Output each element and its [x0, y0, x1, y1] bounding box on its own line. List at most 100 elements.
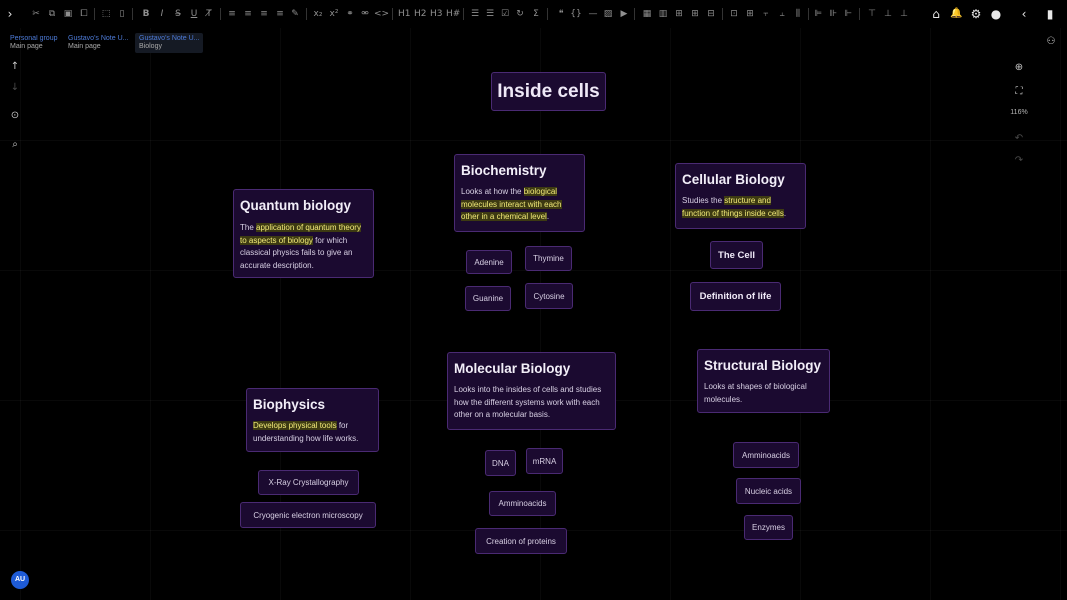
molecular-biology-node[interactable]: Molecular Biology Looks into the insides…	[447, 352, 616, 430]
clear-format-icon[interactable]: T̸	[203, 5, 215, 23]
chevron-left-icon[interactable]: ‹	[1018, 5, 1030, 23]
node-title: Structural Biology	[704, 358, 822, 373]
panel-icon[interactable]: ▮	[1044, 5, 1056, 23]
table-icon[interactable]: ▦	[641, 5, 653, 23]
biochemistry-node[interactable]: Biochemistry Looks at how the biological…	[454, 154, 585, 232]
node-guanine[interactable]: Guanine	[465, 286, 511, 311]
breadcrumb-note-biology[interactable]: Gustavo's Note U... Biology	[135, 33, 203, 53]
node-thymine[interactable]: Thymine	[525, 246, 572, 271]
search-zoom-icon[interactable]: ⌕	[7, 137, 23, 153]
italic-icon[interactable]: I	[156, 5, 168, 23]
camera-icon[interactable]: ⊙	[7, 108, 23, 124]
cellular-biology-node[interactable]: Cellular Biology Studies the structure a…	[675, 163, 806, 229]
add-row-icon[interactable]: ⊞	[689, 5, 701, 23]
code-icon[interactable]: <>	[374, 5, 389, 23]
node-cytosine[interactable]: Cytosine	[525, 283, 573, 309]
arrow-down-icon[interactable]: ↓	[7, 80, 23, 96]
horizontal-rule-icon[interactable]: —	[587, 5, 599, 23]
image-icon[interactable]: ▨	[602, 5, 614, 23]
align-objects-middle-icon[interactable]: ⊥	[882, 5, 894, 23]
sigma-icon[interactable]: Σ	[530, 5, 542, 23]
user-icon[interactable]: ●	[990, 5, 1002, 23]
zoom-in-icon[interactable]: ⊕	[1011, 60, 1027, 76]
structural-biology-node[interactable]: Structural Biology Looks at shapes of bi…	[697, 349, 830, 413]
numbered-list-icon[interactable]: ☰	[484, 5, 496, 23]
heading-1-icon[interactable]: H1	[398, 5, 411, 23]
align-left-icon[interactable]: ≡	[226, 5, 238, 23]
superscript-icon[interactable]: x²	[328, 5, 340, 23]
add-column-icon[interactable]: ⊞	[673, 5, 685, 23]
node-nucleic-acids[interactable]: Nucleic acids	[736, 478, 801, 504]
subscript-icon[interactable]: x₂	[312, 5, 324, 23]
align-objects-bottom-icon[interactable]: ⊥	[898, 5, 910, 23]
node-x-ray-crystallography[interactable]: X-Ray Crystallography	[258, 470, 359, 495]
node-definition-of-life[interactable]: Definition of life	[690, 282, 781, 311]
checklist-icon[interactable]: ☑	[499, 5, 511, 23]
fit-screen-icon[interactable]: ⛶	[1011, 84, 1027, 100]
underline-icon[interactable]: U	[188, 5, 200, 23]
link-icon[interactable]: ⚭	[344, 5, 356, 23]
biophysics-node[interactable]: Biophysics Develops physical tools for u…	[246, 388, 379, 452]
select-all-icon[interactable]: ⬚	[100, 5, 112, 23]
align-objects-left-icon[interactable]: ⊫	[812, 5, 824, 23]
chevron-right-icon[interactable]: ›	[4, 5, 16, 23]
duplicate-icon[interactable]: ⧠	[78, 5, 90, 23]
quote-icon[interactable]: ❝	[555, 5, 567, 23]
node-dna[interactable]: DNA	[485, 450, 516, 476]
align-bottom-icon[interactable]: ⫠	[776, 5, 788, 23]
breadcrumb-page-label: Biology	[139, 43, 162, 50]
video-icon[interactable]: ▶	[618, 5, 630, 23]
delete-column-icon[interactable]: ⊟	[705, 5, 717, 23]
heading-2-icon[interactable]: H2	[414, 5, 427, 23]
align-objects-center-icon[interactable]: ⊪	[827, 5, 839, 23]
toolbar-divider	[132, 8, 133, 20]
align-vertical-center-icon[interactable]: ⫟	[760, 5, 772, 23]
avatar[interactable]: AU	[11, 571, 29, 589]
breadcrumb-personal-group[interactable]: Personal group Main page	[6, 33, 64, 53]
node-amminoacids[interactable]: Amminoacids	[733, 442, 799, 468]
node-enzymes[interactable]: Enzymes	[744, 515, 793, 540]
toolbar-divider	[463, 8, 464, 20]
unlink-icon[interactable]: ⚮	[359, 5, 371, 23]
align-objects-top-icon[interactable]: ⊤	[866, 5, 878, 23]
cut-icon[interactable]: ✂	[30, 5, 42, 23]
node-amminoacids[interactable]: Amminoacids	[489, 491, 556, 516]
undo-icon[interactable]: ↶	[1011, 131, 1027, 147]
braces-icon[interactable]: {}	[570, 5, 582, 23]
bullet-list-icon[interactable]: ☰	[469, 5, 481, 23]
align-right-icon[interactable]: ≡	[258, 5, 270, 23]
align-center-icon[interactable]: ≡	[242, 5, 254, 23]
merge-icon[interactable]: ⊡	[728, 5, 740, 23]
toolbar-divider	[722, 8, 723, 20]
copy-icon[interactable]: ⧉	[46, 5, 58, 23]
rotate-icon[interactable]: ↻	[514, 5, 526, 23]
bold-icon[interactable]: B	[140, 5, 152, 23]
heading-3-icon[interactable]: H3	[430, 5, 443, 23]
breadcrumb-note-main[interactable]: Gustavo's Note U... Main page	[64, 33, 132, 53]
node-adenine[interactable]: Adenine	[466, 250, 512, 274]
arrow-up-icon[interactable]: ↑	[7, 59, 23, 75]
node-creation-of-proteins[interactable]: Creation of proteins	[475, 528, 567, 554]
insert-column-icon[interactable]: ▥	[657, 5, 669, 23]
align-justify-icon[interactable]: ≡	[274, 5, 286, 23]
home-icon[interactable]: ⌂	[930, 5, 942, 23]
align-objects-right-icon[interactable]: ⊩	[842, 5, 854, 23]
redo-icon[interactable]: ↷	[1011, 153, 1027, 169]
node-mrna[interactable]: mRNA	[526, 448, 563, 474]
strikethrough-icon[interactable]: S̶	[172, 5, 184, 23]
quantum-biology-node[interactable]: Quantum biology The application of quant…	[233, 189, 374, 278]
breadcrumb-group-label: Gustavo's Note U...	[139, 35, 199, 42]
user-settings-icon[interactable]: ⚇	[1043, 34, 1059, 50]
gear-icon[interactable]: ⚙	[970, 5, 982, 23]
node-the-cell[interactable]: The Cell	[710, 241, 763, 269]
bell-icon[interactable]: 🔔	[950, 5, 962, 23]
node-cryogenic-electron-microscopy[interactable]: Cryogenic electron microscopy	[240, 502, 376, 528]
trash-icon[interactable]: ▯	[116, 5, 128, 23]
distribute-icon[interactable]: ⫼	[792, 5, 804, 23]
node-title: Quantum biology	[240, 198, 351, 213]
split-icon[interactable]: ⊞	[744, 5, 756, 23]
paste-icon[interactable]: ▣	[62, 5, 74, 23]
highlighter-icon[interactable]: ✎	[289, 5, 301, 23]
root-node-title[interactable]: Inside cells	[491, 72, 606, 111]
heading-hash-icon[interactable]: H#	[446, 5, 460, 23]
